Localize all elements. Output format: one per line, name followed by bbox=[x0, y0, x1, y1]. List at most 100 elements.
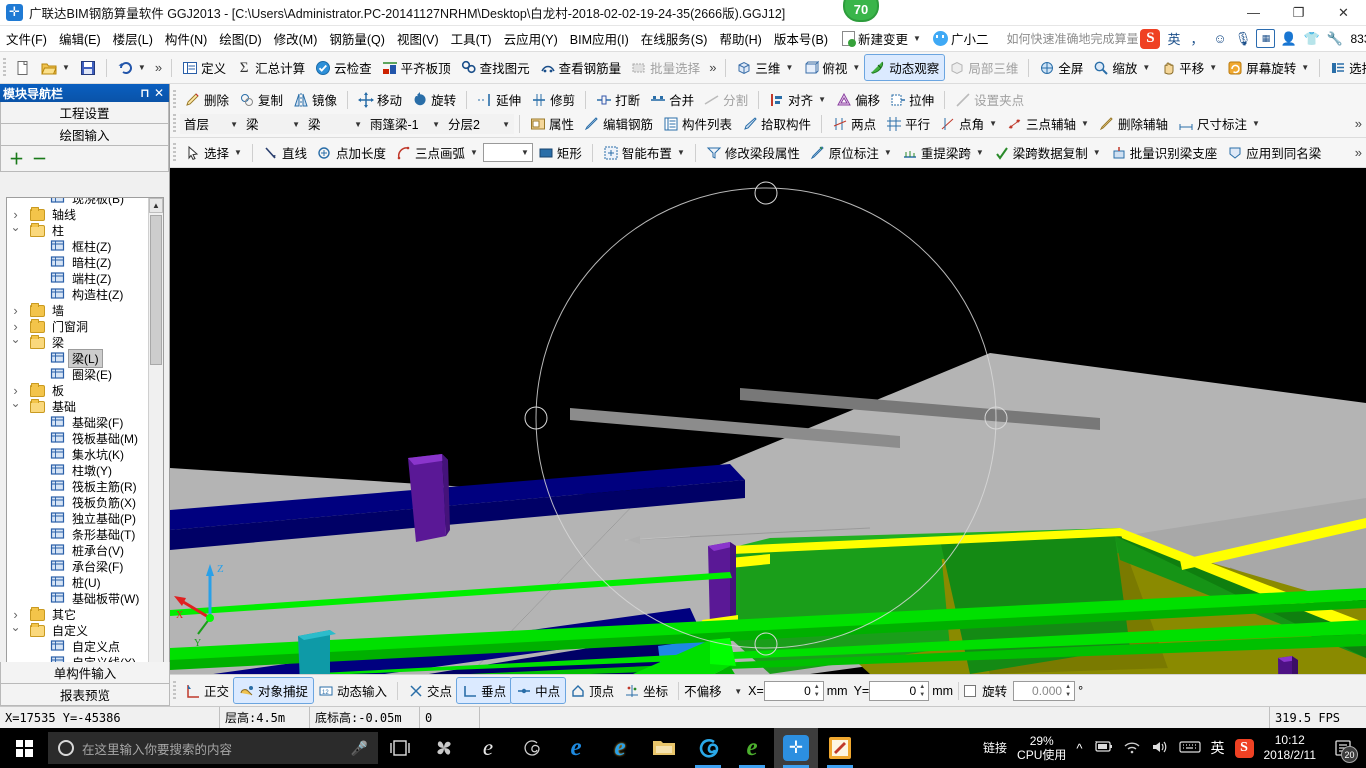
mirror-button[interactable]: 镜像 bbox=[288, 87, 342, 112]
coordinate-snap-button[interactable]: 坐标 bbox=[619, 678, 673, 703]
new-file-button[interactable] bbox=[10, 57, 36, 79]
stretch-button[interactable]: 拉伸 bbox=[885, 87, 939, 112]
new-change-button[interactable]: 新建变更 ▼ bbox=[838, 27, 925, 50]
parallel-button[interactable]: 平行 bbox=[881, 111, 935, 136]
menu-floor[interactable]: 楼层(L) bbox=[107, 26, 159, 51]
tree-item[interactable]: 柱墩(Y) bbox=[7, 462, 148, 478]
ortho-button[interactable]: 正交 bbox=[180, 678, 234, 703]
microphone-icon[interactable]: 🎙 bbox=[1233, 29, 1252, 48]
tree-scrollbar[interactable]: ▲ ▼ bbox=[148, 198, 163, 681]
line-tool-button[interactable]: 直线 bbox=[258, 140, 312, 165]
user-account-button[interactable]: 广小二 bbox=[929, 27, 993, 50]
wifi-icon[interactable] bbox=[1123, 740, 1141, 757]
y-input[interactable]: 0 ▲ ▼ bbox=[869, 680, 930, 701]
menu-cloud[interactable]: 云应用(Y) bbox=[498, 26, 564, 51]
batch-recognize-support-button[interactable]: 批量识别梁支座 bbox=[1106, 140, 1223, 165]
intersection-snap-button[interactable]: 交点 bbox=[403, 678, 457, 703]
tree-item[interactable]: 基础板带(W) bbox=[7, 590, 148, 606]
pan-button[interactable]: 平移 ▼ bbox=[1155, 55, 1222, 80]
midpoint-snap-button[interactable]: 中点 bbox=[510, 677, 567, 704]
dynamic-input-button[interactable]: 12 动态输入 bbox=[313, 678, 392, 703]
notification-center-button[interactable]: 20 bbox=[1326, 728, 1360, 768]
tree-item[interactable]: 墙 bbox=[7, 302, 148, 318]
copy-button[interactable]: 复制 bbox=[234, 87, 288, 112]
perpendicular-snap-button[interactable]: 垂点 bbox=[456, 677, 513, 704]
close-button[interactable]: ✕ bbox=[1321, 0, 1366, 26]
tree-item[interactable]: 筏板主筋(R) bbox=[7, 478, 148, 494]
taskbar-search-box[interactable]: 在这里输入你要搜索的内容 🎤 bbox=[48, 732, 378, 764]
category-select[interactable]: 梁 ▼ bbox=[242, 113, 304, 134]
toolbar-gripper[interactable] bbox=[173, 89, 176, 110]
rotate-checkbox[interactable] bbox=[964, 684, 977, 697]
taskbar-app-360[interactable] bbox=[686, 728, 730, 768]
rectangle-tool-button[interactable]: 矩形 bbox=[533, 140, 587, 165]
menu-file[interactable]: 文件(F) bbox=[0, 26, 53, 51]
tree-item[interactable]: 条形基础(T) bbox=[7, 526, 148, 542]
touch-keyboard-icon[interactable] bbox=[1178, 740, 1201, 757]
component-tree[interactable]: 现浇板(B)轴线柱框柱(Z)暗柱(Z)端柱(Z)构造柱(Z)墙门窗洞梁梁(L)圈… bbox=[6, 197, 164, 682]
volume-icon[interactable] bbox=[1151, 740, 1169, 757]
chevron-down-icon[interactable] bbox=[9, 223, 22, 237]
point-length-button[interactable]: 点加长度 bbox=[312, 140, 391, 165]
maximize-button[interactable]: ❐ bbox=[1276, 0, 1321, 26]
tree-item[interactable]: 桩承台(V) bbox=[7, 542, 148, 558]
tree-item[interactable]: 桩(U) bbox=[7, 574, 148, 590]
fullscreen-button[interactable]: 全屏 bbox=[1034, 55, 1088, 80]
taskbar-app-notes[interactable] bbox=[818, 728, 862, 768]
break-button[interactable]: 打断 bbox=[591, 87, 645, 112]
menu-online-service[interactable]: 在线服务(S) bbox=[635, 26, 714, 51]
open-file-button[interactable]: ▼ bbox=[36, 57, 75, 79]
two-point-button[interactable]: 两点 bbox=[827, 111, 881, 136]
component-select[interactable]: 雨篷梁-1 ▼ bbox=[366, 113, 444, 134]
menu-tools[interactable]: 工具(T) bbox=[445, 26, 498, 51]
pick-component-button[interactable]: 拾取构件 bbox=[737, 111, 816, 136]
floor-select[interactable]: 首层 ▼ bbox=[180, 113, 242, 134]
collapse-all-icon[interactable]: － bbox=[32, 148, 47, 169]
three-point-axis-button[interactable]: 三点辅轴 ▼ bbox=[1002, 111, 1094, 136]
toolbar-gripper[interactable] bbox=[173, 680, 176, 701]
clock[interactable]: 10:12 2018/2/11 bbox=[1264, 733, 1317, 763]
toolbar-gripper[interactable] bbox=[173, 113, 176, 134]
ime-language-icon[interactable]: 英 bbox=[1164, 29, 1183, 48]
menu-draw[interactable]: 绘图(D) bbox=[213, 26, 267, 51]
menu-version[interactable]: 版本号(B) bbox=[768, 26, 834, 51]
link-label[interactable]: 链接 bbox=[983, 741, 1007, 755]
apply-same-beam-button[interactable]: 应用到同名梁 bbox=[1222, 140, 1326, 165]
edit-beam-segment-button[interactable]: 修改梁段属性 bbox=[701, 140, 805, 165]
tree-item[interactable]: 基础梁(F) bbox=[7, 414, 148, 430]
keyboard-icon[interactable]: ▦ bbox=[1256, 29, 1276, 48]
edit-rebar-button[interactable]: 编辑钢筋 bbox=[579, 111, 658, 136]
component-list-button[interactable]: 构件列表 bbox=[658, 111, 737, 136]
trim-button[interactable]: 修剪 bbox=[526, 87, 580, 112]
tree-item[interactable]: 轴线 bbox=[7, 206, 148, 222]
3d-viewport[interactable]: Z X Y bbox=[170, 168, 1366, 674]
x-input[interactable]: 0 ▲ ▼ bbox=[763, 680, 824, 701]
battery-icon[interactable] bbox=[1093, 740, 1113, 756]
chevron-down-icon[interactable] bbox=[9, 335, 22, 349]
offset-mode-select[interactable]: 不偏移 ▼ bbox=[684, 680, 743, 701]
tree-item[interactable]: 独立基础(P) bbox=[7, 510, 148, 526]
select-tool-button[interactable]: 选择 ▼ bbox=[180, 140, 247, 165]
tree-item[interactable]: 筏板负筋(X) bbox=[7, 494, 148, 510]
cpu-usage-indicator[interactable]: 29% CPU使用 bbox=[1017, 734, 1066, 762]
view-3d-button[interactable]: 三维 ▼ bbox=[731, 55, 798, 80]
menu-component[interactable]: 构件(N) bbox=[159, 26, 213, 51]
expand-all-icon[interactable]: ＋ bbox=[9, 148, 24, 169]
define-button[interactable]: 定义 bbox=[177, 55, 231, 80]
tree-item[interactable]: 承台梁(F) bbox=[7, 558, 148, 574]
taskbar-app-ggj[interactable]: ✛ bbox=[774, 728, 818, 768]
tray-chevron-up-icon[interactable]: ^ bbox=[1076, 741, 1082, 756]
tab-drawing-input[interactable]: 绘图输入 bbox=[0, 124, 169, 146]
set-grip-button[interactable]: 设置夹点 bbox=[950, 87, 1029, 112]
ime-punctuation-icon[interactable]: ， bbox=[1187, 29, 1206, 48]
account-id[interactable]: 8339 bbox=[1350, 32, 1366, 46]
taskbar-app-pinwheel[interactable] bbox=[422, 728, 466, 768]
extend-button[interactable]: 延伸 bbox=[472, 87, 526, 112]
toolbar-gripper[interactable] bbox=[173, 142, 176, 163]
menu-view[interactable]: 视图(V) bbox=[391, 26, 445, 51]
smart-place-button[interactable]: 智能布置 ▼ bbox=[598, 140, 690, 165]
summary-calc-button[interactable]: Σ 汇总计算 bbox=[231, 55, 310, 80]
orbit-button[interactable]: 动态观察 bbox=[864, 54, 946, 81]
tree-item[interactable]: 框柱(Z) bbox=[7, 238, 148, 254]
tree-item[interactable]: 梁(L) bbox=[7, 348, 148, 368]
